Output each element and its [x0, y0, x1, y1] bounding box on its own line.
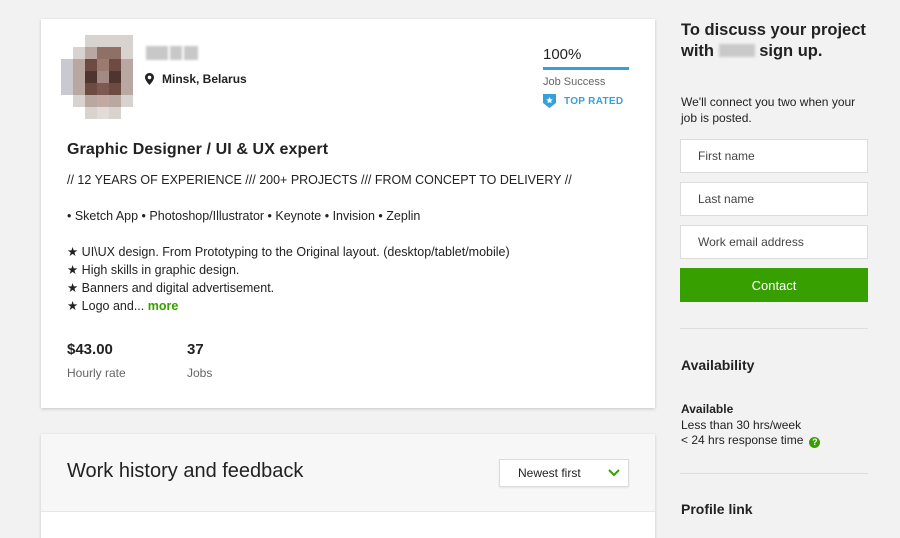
availability-title: Availability — [681, 357, 755, 373]
contact-button[interactable]: Contact — [680, 268, 868, 302]
signup-heading-suffix: sign up. — [759, 42, 823, 60]
profile-description: // 12 YEARS OF EXPERIENCE /// 200+ PROJE… — [67, 171, 637, 315]
top-rated-label: TOP RATED — [564, 95, 624, 107]
hourly-rate-label: Hourly rate — [67, 366, 126, 380]
description-truncated-text: ★ Logo and... — [67, 299, 145, 313]
description-line-last: ★ Logo and... more — [67, 297, 637, 315]
chevron-down-icon — [608, 469, 620, 477]
jobs-count: 37 Jobs — [187, 341, 212, 380]
description-line: ★ High skills in graphic design. — [67, 263, 240, 277]
first-name-field[interactable] — [680, 139, 868, 173]
more-link[interactable]: more — [148, 299, 179, 313]
signup-heading: To discuss your project with sign up. — [681, 20, 881, 62]
response-time: < 24 hrs response time — [681, 433, 804, 447]
description-line: ★ UI\UX design. From Prototyping to the … — [67, 245, 510, 259]
job-success-fill — [543, 67, 629, 70]
jobs-count-label: Jobs — [187, 366, 213, 380]
job-success-value: 100% — [543, 46, 582, 63]
availability-hours: Less than 30 hrs/week — [681, 417, 802, 432]
top-rated-badge: TOP RATED — [543, 94, 623, 108]
jobs-count-value: 37 — [187, 341, 204, 358]
profile-card: Minsk, Belarus 100% Job Success TOP RATE… — [41, 19, 655, 408]
job-success-label: Job Success — [543, 76, 606, 88]
profile-title: Graphic Designer / UI & UX expert — [67, 141, 329, 158]
location-pin-icon — [145, 73, 154, 85]
available-label: Available — [681, 402, 734, 416]
description-line: • Sketch App • Photoshop/Illustrator • K… — [67, 209, 421, 223]
description-line: // 12 YEARS OF EXPERIENCE /// 200+ PROJE… — [67, 173, 572, 187]
availability-details: Available Less than 30 hrs/week < 24 hrs… — [681, 402, 821, 449]
signup-subtext: We'll connect you two when your job is p… — [681, 95, 856, 125]
freelancer-name-redacted — [718, 44, 755, 57]
work-email-field[interactable] — [680, 225, 868, 259]
avatar[interactable] — [61, 35, 133, 123]
top-rated-shield-icon — [543, 94, 556, 108]
divider — [680, 328, 868, 329]
sort-selected-value: Newest first — [518, 466, 581, 480]
description-line: ★ Banners and digital advertisement. — [67, 281, 275, 295]
freelancer-name-redacted — [146, 46, 204, 62]
location: Minsk, Belarus — [145, 72, 247, 86]
response-time-row: < 24 hrs response time? — [681, 433, 821, 449]
last-name-field[interactable] — [680, 182, 868, 216]
job-success-bar — [543, 67, 629, 70]
location-text: Minsk, Belarus — [162, 72, 247, 86]
sort-dropdown[interactable]: Newest first — [499, 459, 629, 487]
divider — [680, 473, 868, 474]
profile-link-title: Profile link — [681, 501, 753, 517]
job-success: 100% Job Success — [543, 46, 629, 88]
work-history-title: Work history and feedback — [67, 460, 304, 482]
work-history-header: Work history and feedback Newest first — [41, 434, 655, 512]
work-history-card: Work history and feedback Newest first — [41, 434, 655, 538]
hourly-rate-value: $43.00 — [67, 341, 113, 358]
help-icon[interactable]: ? — [809, 437, 821, 449]
hourly-rate: $43.00 Hourly rate — [67, 341, 126, 380]
